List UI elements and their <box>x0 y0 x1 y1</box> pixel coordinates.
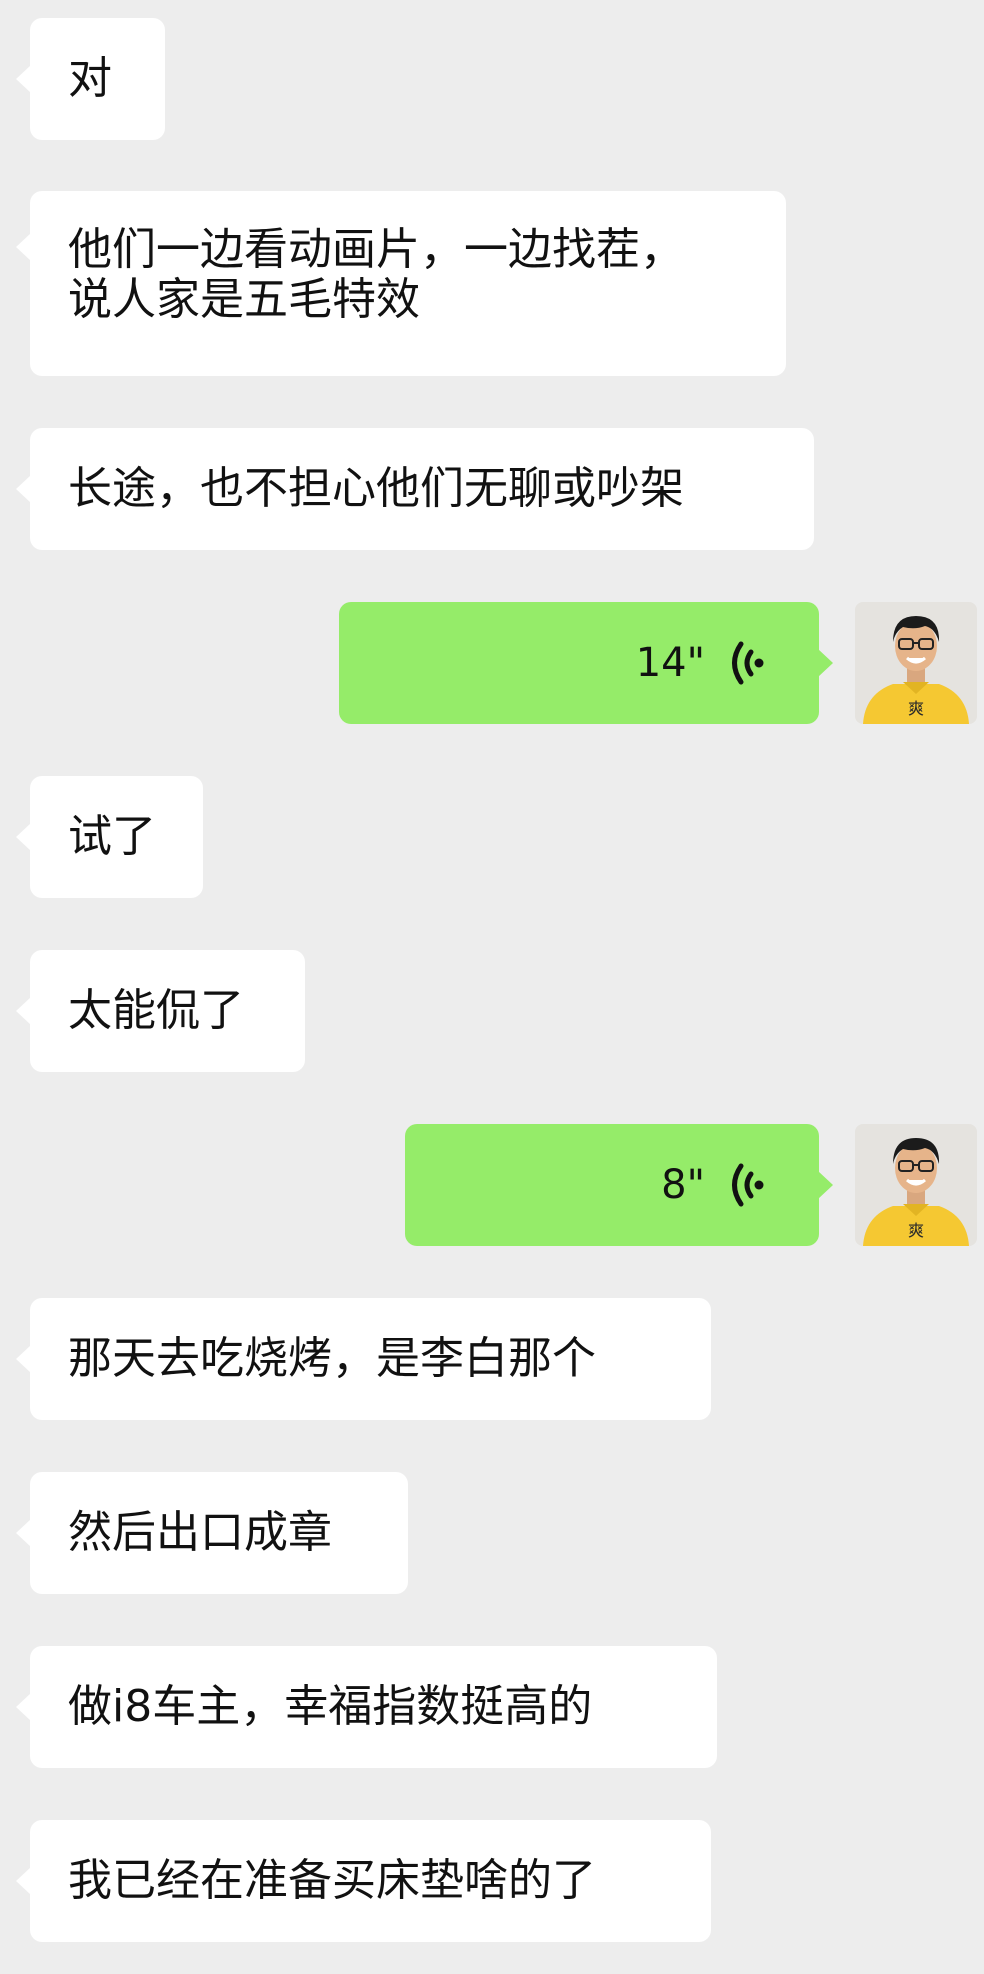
voice-duration: 14" <box>635 640 705 686</box>
message-text: 那天去吃烧烤，是李白那个 <box>68 1333 596 1384</box>
voice-wave-icon <box>729 1160 769 1210</box>
avatar-shirt-text: 爽 <box>908 699 924 718</box>
message-text: 说人家是五毛特效 <box>68 274 420 325</box>
message-text: 他们一边看动画片，一边找茬， <box>68 224 684 275</box>
message-text: 太能侃了 <box>68 985 244 1036</box>
chat-message-list: 对 他们一边看动画片，一边找茬， 说人家是五毛特效 长途，也不担心他们无聊或吵架… <box>0 0 984 1974</box>
incoming-message-bubble[interactable]: 然后出口成章 <box>16 1472 408 1594</box>
message-text: 我已经在准备买床垫啥的了 <box>68 1855 596 1906</box>
incoming-message-bubble[interactable]: 他们一边看动画片，一边找茬， 说人家是五毛特效 <box>16 191 786 376</box>
incoming-message-bubble[interactable]: 对 <box>16 18 165 140</box>
incoming-message-bubble[interactable]: 我已经在准备买床垫啥的了 <box>16 1820 711 1942</box>
incoming-message-bubble[interactable]: 做i8车主，幸福指数挺高的 <box>16 1646 717 1768</box>
voice-duration: 8" <box>661 1162 705 1208</box>
incoming-message-bubble[interactable]: 那天去吃烧烤，是李白那个 <box>16 1298 711 1420</box>
message-text: 试了 <box>68 811 156 862</box>
voice-message-bubble[interactable]: 14" <box>339 602 833 724</box>
avatar[interactable]: 爽 <box>855 1124 977 1246</box>
message-text: 长途，也不担心他们无聊或吵架 <box>68 463 684 514</box>
voice-message-bubble[interactable]: 8" <box>405 1124 833 1246</box>
message-text: 做i8车主，幸福指数挺高的 <box>68 1681 593 1732</box>
incoming-message-bubble[interactable]: 太能侃了 <box>16 950 305 1072</box>
voice-wave-icon <box>729 638 769 688</box>
message-text: 对 <box>68 53 112 104</box>
incoming-message-bubble[interactable]: 长途，也不担心他们无聊或吵架 <box>16 428 814 550</box>
incoming-message-bubble[interactable]: 试了 <box>16 776 203 898</box>
avatar[interactable]: 爽 <box>855 602 977 724</box>
avatar-shirt-text: 爽 <box>908 1221 924 1240</box>
message-text: 然后出口成章 <box>68 1507 332 1558</box>
